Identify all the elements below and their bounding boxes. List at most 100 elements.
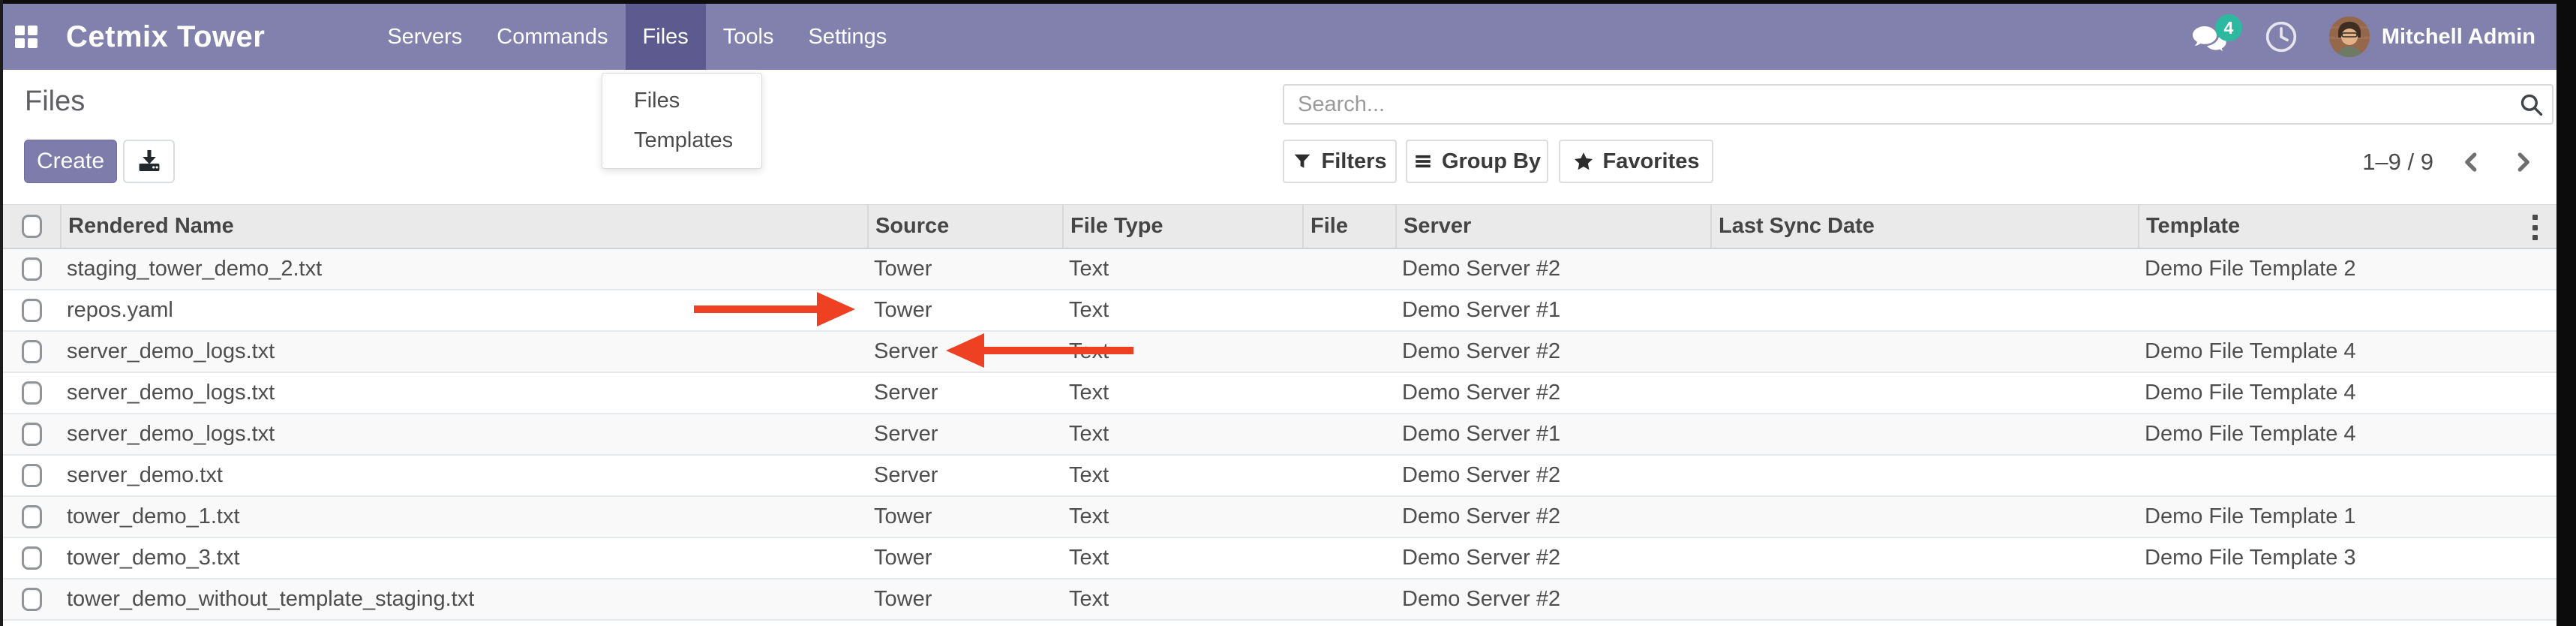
- menu-item-commands[interactable]: Commands: [479, 4, 625, 70]
- messages-button[interactable]: 4: [2191, 17, 2233, 56]
- cell-file-type: Text: [1062, 414, 1302, 454]
- table-row[interactable]: server_demo_logs.txtServerText Demo Serve…: [3, 332, 2556, 373]
- cell-source: Server: [867, 332, 1062, 372]
- table-row[interactable]: repos.yamlTowerTextDemo Server #1: [3, 290, 2556, 332]
- row-checkbox[interactable]: [3, 332, 60, 372]
- bars-icon: [1413, 152, 1433, 171]
- files-list-view: Rendered Name Source File Type File Serv…: [3, 204, 2556, 621]
- cell-source: Tower: [867, 249, 1062, 289]
- table-header: Rendered Name Source File Type File Serv…: [3, 204, 2556, 249]
- filters-label: Filters: [1321, 149, 1386, 174]
- cell-server: Demo Server #2: [1395, 456, 1710, 495]
- screenshot-left-edge: [0, 0, 3, 626]
- cell-file-type: Text: [1062, 456, 1302, 495]
- cell-server: Demo Server #2: [1395, 579, 1710, 619]
- optional-columns-button[interactable]: [2523, 215, 2546, 240]
- export-button[interactable]: [123, 140, 175, 183]
- row-checkbox[interactable]: [3, 249, 60, 289]
- menu-item-servers[interactable]: Servers: [370, 4, 479, 70]
- column-header-source[interactable]: Source: [867, 205, 1062, 248]
- menu-item-settings[interactable]: Settings: [791, 4, 904, 70]
- favorites-label: Favorites: [1603, 149, 1700, 174]
- apps-grid-icon: [15, 26, 38, 48]
- user-menu[interactable]: Mitchell Admin: [2329, 17, 2535, 57]
- user-name: Mitchell Admin: [2382, 25, 2535, 50]
- row-checkbox[interactable]: [3, 290, 60, 330]
- table-row[interactable]: staging_tower_demo_2.txtTowerTextDemo Se…: [3, 249, 2556, 290]
- row-checkbox[interactable]: [3, 497, 60, 537]
- cell-file: [1302, 456, 1395, 495]
- cell-rendered-name: staging_tower_demo_2.txt: [60, 249, 867, 289]
- cell-template: Demo File Template 4: [2138, 332, 2556, 372]
- row-checkbox[interactable]: [3, 456, 60, 495]
- cell-last-sync-date: [1710, 538, 2138, 578]
- cell-file-type: Text: [1062, 332, 1302, 372]
- cell-file: [1302, 414, 1395, 454]
- pager-next-button[interactable]: [2510, 149, 2535, 175]
- cell-last-sync-date: [1710, 497, 2138, 537]
- cell-file: [1302, 332, 1395, 372]
- cell-rendered-name: tower_demo_3.txt: [60, 538, 867, 578]
- navbar-right-section: 4 Mitchell Admin: [2191, 17, 2535, 57]
- table-row[interactable]: tower_demo_1.txtTowerTextDemo Server #2D…: [3, 497, 2556, 538]
- cell-template: [2138, 579, 2556, 619]
- column-header-file-type[interactable]: File Type: [1062, 205, 1302, 248]
- activities-button[interactable]: [2265, 20, 2298, 53]
- row-checkbox[interactable]: [3, 414, 60, 454]
- app-brand-title: Cetmix Tower: [66, 20, 265, 54]
- chevron-left-icon: [2460, 151, 2483, 173]
- cell-source: Server: [867, 414, 1062, 454]
- row-checkbox[interactable]: [3, 579, 60, 619]
- cell-rendered-name: server_demo_logs.txt: [60, 414, 867, 454]
- group-by-button[interactable]: Group By: [1406, 140, 1548, 183]
- table-row[interactable]: tower_demo_without_template_staging.txtT…: [3, 579, 2556, 621]
- table-row[interactable]: server_demo.txtServerTextDemo Server #2: [3, 456, 2556, 497]
- favorites-button[interactable]: Favorites: [1559, 140, 1713, 183]
- cell-file-type: Text: [1062, 579, 1302, 619]
- magnifier-icon: [2518, 92, 2544, 117]
- table-body: staging_tower_demo_2.txtTowerTextDemo Se…: [3, 249, 2556, 621]
- table-row[interactable]: server_demo_logs.txtServerTextDemo Serve…: [3, 373, 2556, 414]
- top-navbar: Cetmix Tower Servers Commands Files Tool…: [3, 4, 2556, 70]
- cell-template: Demo File Template 2: [2138, 249, 2556, 289]
- table-row[interactable]: server_demo_logs.txtServerText Demo Serve…: [3, 414, 2556, 456]
- search-input[interactable]: [1284, 92, 2510, 117]
- cell-server: Demo Server #2: [1395, 332, 1710, 372]
- table-row[interactable]: tower_demo_3.txtTowerTextDemo Server #2D…: [3, 538, 2556, 579]
- row-checkbox[interactable]: [3, 538, 60, 578]
- cell-file: [1302, 290, 1395, 330]
- cell-last-sync-date: [1710, 456, 2138, 495]
- cell-server: Demo Server #1: [1395, 290, 1710, 330]
- cell-file-type: Text: [1062, 373, 1302, 413]
- cell-server: Demo Server #1: [1395, 414, 1710, 454]
- search-submit[interactable]: [2510, 92, 2552, 117]
- cell-file-type: Text: [1062, 290, 1302, 330]
- cell-file-type: Text: [1062, 497, 1302, 537]
- filters-button[interactable]: Filters: [1283, 140, 1397, 183]
- menu-item-files[interactable]: Files: [626, 4, 706, 70]
- pager-previous-button[interactable]: [2459, 149, 2484, 175]
- column-header-file[interactable]: File: [1302, 205, 1395, 248]
- column-header-server[interactable]: Server: [1395, 205, 1710, 248]
- dropdown-item-templates[interactable]: Templates: [602, 121, 761, 161]
- column-header-last-sync-date[interactable]: Last Sync Date: [1710, 205, 2138, 248]
- row-checkbox[interactable]: [3, 373, 60, 413]
- cell-template: Demo File Template 4: [2138, 414, 2556, 454]
- column-header-template[interactable]: Template: [2138, 205, 2556, 248]
- cell-rendered-name: server_demo_logs.txt: [60, 332, 867, 372]
- apps-menu-button[interactable]: [3, 4, 50, 70]
- cell-template: Demo File Template 3: [2138, 538, 2556, 578]
- column-header-rendered-name[interactable]: Rendered Name: [60, 205, 867, 248]
- cell-file: [1302, 579, 1395, 619]
- create-button[interactable]: Create: [24, 140, 117, 183]
- chevron-right-icon: [2511, 151, 2534, 173]
- dropdown-item-files[interactable]: Files: [602, 81, 761, 121]
- select-all-checkbox[interactable]: [3, 205, 60, 248]
- menu-item-tools[interactable]: Tools: [706, 4, 791, 70]
- clock-icon: [2265, 20, 2298, 53]
- search-bar: [1283, 84, 2553, 125]
- cell-last-sync-date: [1710, 249, 2138, 289]
- screenshot-top-edge: [0, 0, 2576, 4]
- cell-server: Demo Server #2: [1395, 497, 1710, 537]
- cell-source: Server: [867, 373, 1062, 413]
